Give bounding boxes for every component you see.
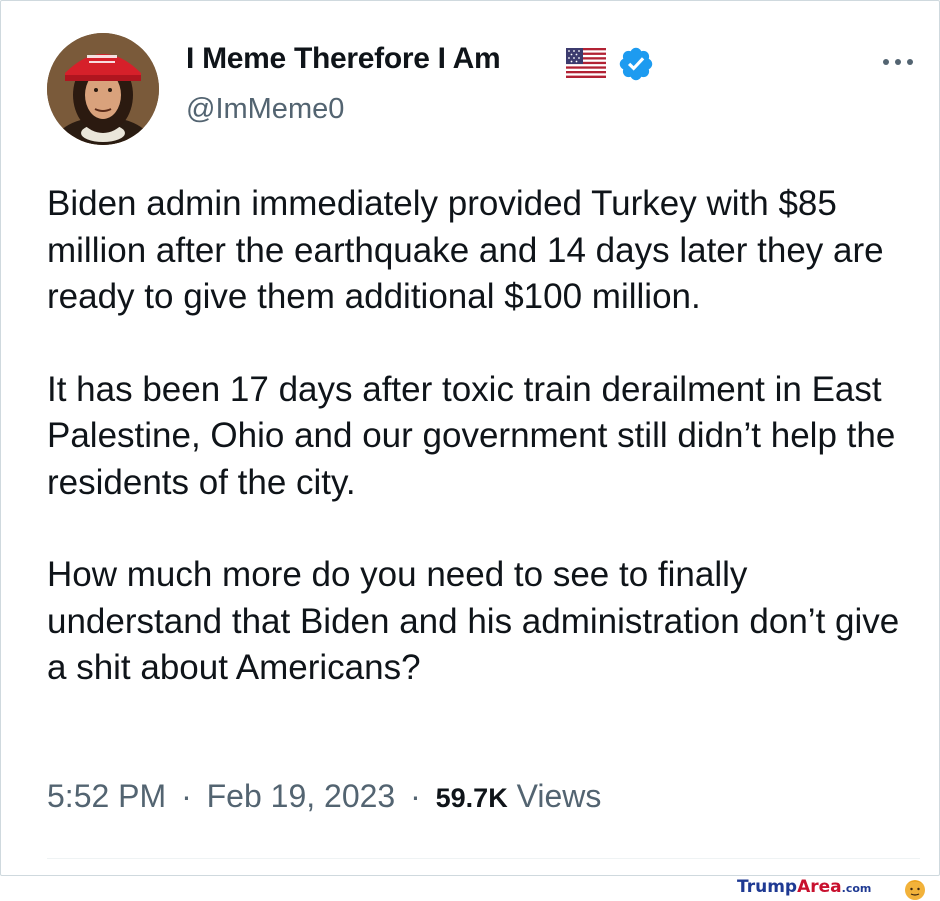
verified-badge-icon <box>619 47 653 81</box>
views-label: Views <box>516 778 602 814</box>
meta-separator: · <box>181 778 192 814</box>
tweet-paragraph: It has been 17 days after toxic train de… <box>47 369 896 502</box>
tweet-time[interactable]: 5:52 PM <box>47 778 166 814</box>
views-count: 59.7K <box>435 783 508 813</box>
display-name[interactable]: I Meme Therefore I Am <box>186 42 501 76</box>
tweet-text: Biden admin immediately provided Turkey … <box>47 181 927 738</box>
us-flag-icon <box>566 48 606 78</box>
more-options-icon[interactable] <box>876 48 920 76</box>
watermark-text: Area <box>797 877 842 897</box>
avatar-icon <box>47 33 159 145</box>
watermark-face-icon <box>905 880 925 900</box>
tweet-metadata: 5:52 PM · Feb 19, 2023 · 59.7K Views <box>47 778 601 815</box>
meta-separator: · <box>410 778 421 814</box>
tweet-paragraph: How much more do you need to see to fina… <box>47 555 900 687</box>
watermark-text: Trump <box>737 877 798 897</box>
divider <box>47 858 920 859</box>
tweet-paragraph: Biden admin immediately provided Turkey … <box>47 184 884 316</box>
avatar[interactable] <box>47 33 159 145</box>
watermark-text: .com <box>841 882 872 895</box>
tweet-date[interactable]: Feb 19, 2023 <box>207 778 396 814</box>
user-handle[interactable]: @ImMeme0 <box>186 93 344 126</box>
watermark-logo: TrumpArea.com <box>737 877 871 899</box>
